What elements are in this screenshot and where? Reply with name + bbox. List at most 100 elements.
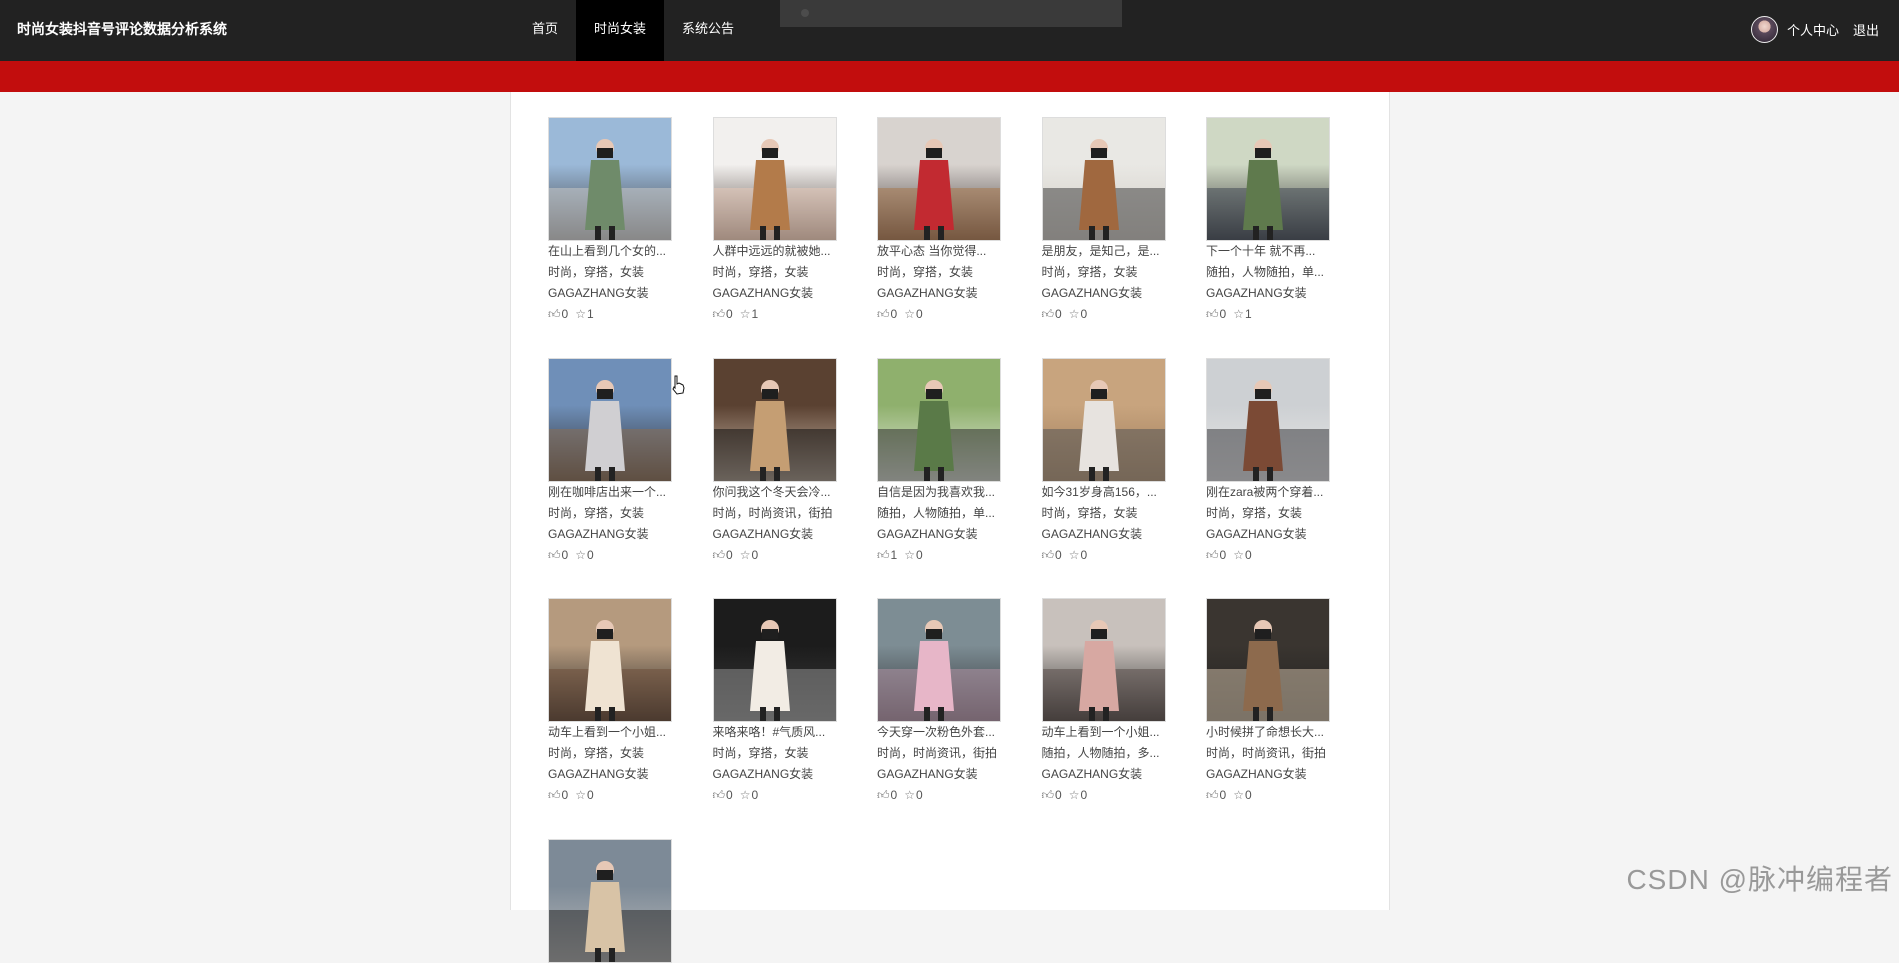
thumbs-up-icon: 👍︎ xyxy=(712,788,726,802)
favorite-count[interactable]: ☆0 xyxy=(1233,785,1251,806)
video-title[interactable]: 自信是因为我喜欢我... xyxy=(877,482,1001,503)
video-card[interactable]: 自信是因为我喜欢我... 随拍，人物随拍，单... GAGAZHANG女装 👍︎1 ☆0 xyxy=(877,357,1007,566)
video-tags: 时尚，穿搭，女装 xyxy=(1041,265,1138,279)
nav-announcements[interactable]: 系统公告 xyxy=(664,0,752,61)
video-stats: 👍︎0 ☆0 xyxy=(877,785,1007,806)
video-title[interactable]: 动车上看到一个小姐... xyxy=(1042,722,1166,743)
video-card[interactable]: 来咯来咯！#气质风... 时尚，穿搭，女装 GAGAZHANG女装 👍︎0 ☆0 xyxy=(712,598,843,806)
video-thumbnail[interactable] xyxy=(712,117,837,241)
video-card[interactable]: 小时候拼了命想长大... 时尚，时尚资讯，街拍 GAGAZHANG女装 👍︎0 ☆0 xyxy=(1206,598,1336,806)
video-thumbnail[interactable] xyxy=(548,598,672,722)
top-navbar: 时尚女装抖音号评论数据分析系统 首页 时尚女装 系统公告 个人中心 退出 xyxy=(0,0,1899,61)
video-title[interactable]: 今天穿一次粉色外套... xyxy=(877,722,1001,743)
video-thumbnail[interactable] xyxy=(1206,357,1330,482)
favorite-count[interactable]: ☆0 xyxy=(740,785,758,806)
like-count[interactable]: 👍︎1 xyxy=(877,545,897,566)
video-card[interactable]: 是朋友，是知己，是... 时尚，穿搭，女装 GAGAZHANG女装 👍︎0 ☆0 xyxy=(1041,117,1172,325)
video-card[interactable]: 今天穿一次粉色外套... 时尚，时尚资讯，街拍 GAGAZHANG女装 👍︎0 ☆0 xyxy=(877,598,1007,806)
like-count[interactable]: 👍︎0 xyxy=(548,545,568,566)
video-thumbnail[interactable] xyxy=(548,357,672,482)
thumbs-up-icon: 👍︎ xyxy=(548,307,561,321)
favorite-count[interactable]: ☆0 xyxy=(575,785,593,806)
video-thumbnail[interactable] xyxy=(877,598,1001,722)
video-thumbnail[interactable] xyxy=(1206,598,1330,722)
like-count[interactable]: 👍︎0 xyxy=(713,545,733,566)
video-title[interactable]: 来咯来咯！#气质风... xyxy=(713,722,837,743)
star-icon: ☆ xyxy=(739,788,751,802)
video-card[interactable]: 动车上看到一个小姐... 随拍，人物随拍，多... GAGAZHANG女装 👍︎0 ☆0 xyxy=(1041,598,1172,806)
like-count[interactable]: 👍︎0 xyxy=(713,785,733,806)
video-title[interactable]: 在山上看到几个女的... xyxy=(548,241,672,262)
video-account: GAGAZHANG女装 xyxy=(1041,767,1143,781)
like-count[interactable]: 👍︎0 xyxy=(877,304,897,325)
video-stats: 👍︎0 ☆0 xyxy=(877,304,1007,325)
site-title[interactable]: 时尚女装抖音号评论数据分析系统 xyxy=(17,19,227,39)
video-card[interactable]: 刚在咖啡店出来一个... 时尚，穿搭，女装 GAGAZHANG女装 👍︎0 ☆0 xyxy=(548,357,678,566)
video-card[interactable]: 在山上看到几个女的... 时尚，穿搭，女装 GAGAZHANG女装 👍︎0 ☆1 xyxy=(548,117,678,325)
video-thumbnail[interactable] xyxy=(712,357,837,482)
video-account: GAGAZHANG女装 xyxy=(1206,526,1307,541)
video-thumbnail[interactable] xyxy=(877,117,1001,241)
user-avatar[interactable] xyxy=(1750,15,1778,43)
like-count[interactable]: 👍︎0 xyxy=(1042,545,1062,566)
video-title[interactable]: 是朋友，是知己，是... xyxy=(1042,241,1166,262)
favorite-count[interactable]: ☆0 xyxy=(904,545,922,566)
video-title[interactable]: 如今31岁身高156，... xyxy=(1042,482,1166,503)
video-stats: 👍︎0 ☆1 xyxy=(1206,304,1336,325)
video-thumbnail[interactable] xyxy=(877,357,1001,482)
favorite-count[interactable]: ☆1 xyxy=(740,304,758,325)
video-card[interactable]: 人群中远远的就被她... 时尚，穿搭，女装 GAGAZHANG女装 👍︎0 ☆1 xyxy=(712,117,843,325)
video-card[interactable] xyxy=(548,838,678,963)
like-count[interactable]: 👍︎0 xyxy=(548,785,568,806)
video-title[interactable]: 下一个十年 就不再... xyxy=(1206,241,1330,262)
video-title[interactable]: 刚在咖啡店出来一个... xyxy=(548,482,672,503)
video-card[interactable]: 刚在zara被两个穿着... 时尚，穿搭，女装 GAGAZHANG女装 👍︎0 ☆0 xyxy=(1206,357,1336,566)
favorite-count[interactable]: ☆0 xyxy=(1069,545,1087,566)
logout-link[interactable]: 退出 xyxy=(1853,20,1879,39)
star-icon: ☆ xyxy=(1233,547,1244,562)
video-title[interactable]: 你问我这个冬天会冷... xyxy=(713,482,837,503)
like-count[interactable]: 👍︎0 xyxy=(1042,304,1062,325)
video-account: GAGAZHANG女装 xyxy=(712,767,814,781)
favorite-count[interactable]: ☆0 xyxy=(1069,304,1087,325)
video-title[interactable]: 刚在zara被两个穿着... xyxy=(1206,482,1330,503)
favorite-count[interactable]: ☆0 xyxy=(1233,545,1251,566)
star-icon: ☆ xyxy=(575,788,586,802)
like-count[interactable]: 👍︎0 xyxy=(548,304,568,325)
like-count[interactable]: 👍︎0 xyxy=(1042,785,1062,806)
favorite-count[interactable]: ☆0 xyxy=(904,304,922,325)
favorite-count[interactable]: ☆1 xyxy=(1233,304,1251,325)
like-count[interactable]: 👍︎0 xyxy=(1206,545,1226,566)
like-count[interactable]: 👍︎0 xyxy=(1206,785,1226,806)
star-icon: ☆ xyxy=(739,547,751,562)
favorite-count[interactable]: ☆0 xyxy=(575,545,593,566)
user-center-link[interactable]: 个人中心 xyxy=(1787,20,1839,39)
nav-home[interactable]: 首页 xyxy=(514,0,576,61)
video-title[interactable]: 小时候拼了命想长大... xyxy=(1206,722,1330,743)
favorite-count[interactable]: ☆0 xyxy=(740,545,758,566)
video-title[interactable]: 放平心态 当你觉得... xyxy=(877,241,1001,262)
favorite-count[interactable]: ☆0 xyxy=(1069,785,1087,806)
video-thumbnail[interactable] xyxy=(1041,357,1166,482)
video-thumbnail[interactable] xyxy=(1206,117,1330,241)
video-thumbnail[interactable] xyxy=(712,598,837,722)
like-count[interactable]: 👍︎0 xyxy=(1206,304,1226,325)
video-card[interactable]: 你问我这个冬天会冷... 时尚，时尚资讯，街拍 GAGAZHANG女装 👍︎0 ☆0 xyxy=(712,357,843,566)
video-title[interactable]: 动车上看到一个小姐... xyxy=(548,722,672,743)
video-thumbnail[interactable] xyxy=(1041,117,1166,241)
nav-fashion-womenswear[interactable]: 时尚女装 xyxy=(576,0,665,61)
video-title[interactable]: 人群中远远的就被她... xyxy=(713,241,837,262)
like-count[interactable]: 👍︎0 xyxy=(713,304,733,325)
video-thumbnail[interactable] xyxy=(1041,598,1166,722)
video-card[interactable]: 动车上看到一个小姐... 时尚，穿搭，女装 GAGAZHANG女装 👍︎0 ☆0 xyxy=(548,598,678,806)
video-card[interactable]: 如今31岁身高156，... 时尚，穿搭，女装 GAGAZHANG女装 👍︎0 ☆0 xyxy=(1041,357,1172,566)
video-card[interactable]: 下一个十年 就不再... 随拍，人物随拍，单... GAGAZHANG女装 👍︎0 ☆1 xyxy=(1206,117,1336,325)
video-thumbnail[interactable] xyxy=(548,117,672,241)
video-stats: 👍︎0 ☆0 xyxy=(1042,545,1172,566)
video-thumbnail[interactable] xyxy=(548,838,672,963)
favorite-count[interactable]: ☆0 xyxy=(904,785,922,806)
favorite-count[interactable]: ☆1 xyxy=(575,304,593,325)
video-card[interactable]: 放平心态 当你觉得... 时尚，穿搭，女装 GAGAZHANG女装 👍︎0 ☆0 xyxy=(877,117,1007,325)
like-count[interactable]: 👍︎0 xyxy=(877,785,897,806)
hand-cursor-icon xyxy=(672,375,685,395)
